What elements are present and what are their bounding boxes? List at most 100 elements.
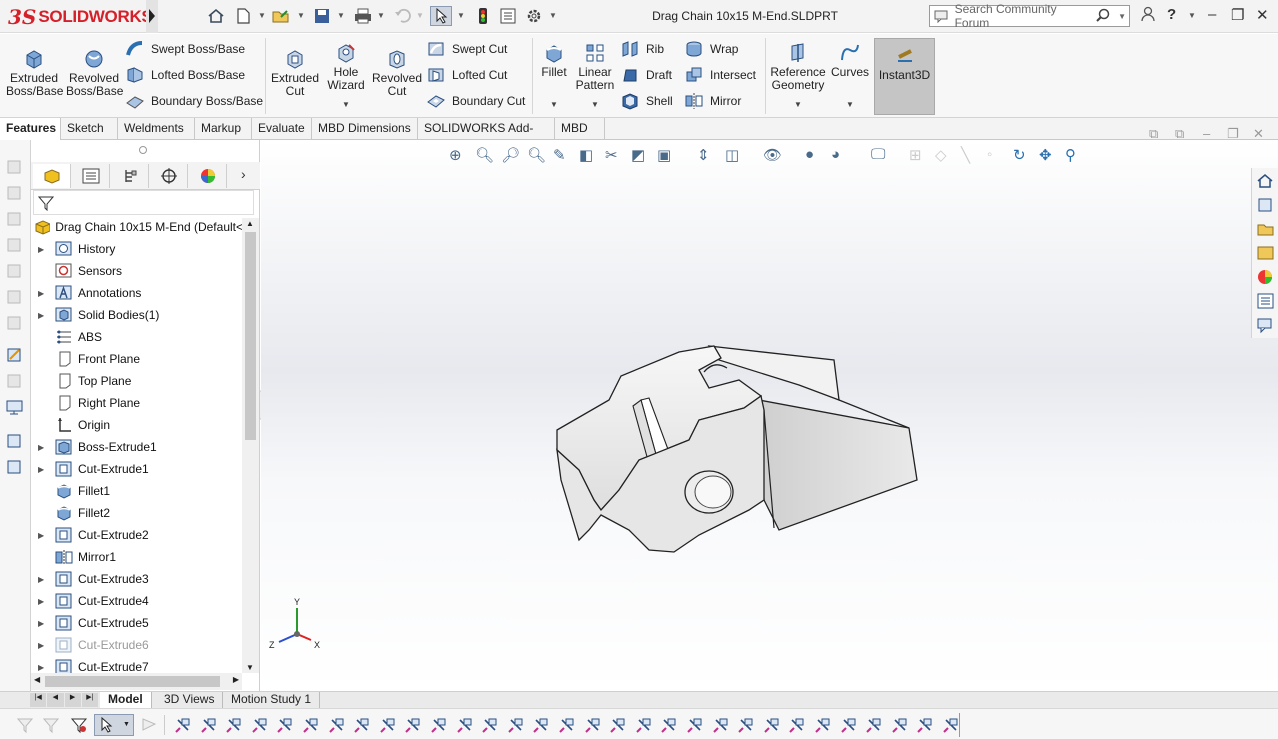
expand-arrow-icon[interactable]: ▶ — [38, 597, 50, 606]
tree-horizontal-scrollbar[interactable]: ◀ ▶ — [31, 673, 242, 690]
tab-dimxpert[interactable] — [150, 164, 188, 188]
print-icon[interactable] — [352, 6, 374, 26]
tab-motion-study[interactable]: Motion Study 1 — [223, 692, 321, 708]
tree-filter[interactable] — [33, 190, 254, 215]
tool-icon[interactable] — [5, 372, 25, 390]
instant3d-button[interactable]: Instant3D — [874, 38, 935, 115]
zoom-to-fit-icon[interactable]: ⊕ — [449, 146, 462, 164]
filter-cosmetic-thread-icon[interactable] — [609, 716, 627, 734]
wrap-button[interactable]: Wrap — [684, 38, 738, 60]
expand-arrow-icon[interactable]: ▶ — [38, 311, 50, 320]
filter-sketch-points-icon[interactable] — [379, 716, 397, 734]
tab-configuration-manager[interactable] — [111, 164, 149, 188]
prev-tab-icon[interactable]: ◀ — [47, 693, 64, 707]
filter-sheet-icon[interactable] — [942, 716, 960, 734]
panel-grip[interactable] — [139, 146, 147, 154]
filter-icon[interactable] — [140, 716, 158, 734]
filter-sketch-segments-icon[interactable] — [353, 716, 371, 734]
filter-vertices-icon[interactable] — [174, 716, 192, 734]
first-tab-icon[interactable]: |◀ — [30, 693, 47, 707]
scroll-down-icon[interactable]: ▼ — [246, 663, 254, 672]
expand-arrow-icon[interactable]: ▶ — [38, 641, 50, 650]
solidworks-logo[interactable]: 3S SOLIDWORKS — [8, 5, 153, 29]
filter-planes-icon[interactable] — [328, 716, 346, 734]
pan-icon[interactable]: ✥ — [1039, 146, 1052, 164]
tab-sketch[interactable]: Sketch — [61, 118, 118, 140]
restore-icon[interactable]: ❐ — [1231, 6, 1244, 24]
viewport-restore-icon[interactable]: ⧉ — [1149, 126, 1158, 142]
graphics-area[interactable]: ⊕ 🔍︎ 🔎︎ 🔍︎ ✎ ◧ ✂ ◩ ▣ ⇕ ◫ 👁︎ ● ◕ 🖵︎ ⊞ ◇ ╲… — [261, 126, 1278, 691]
filter-blocks-icon[interactable] — [635, 716, 653, 734]
filter-table-icon[interactable] — [788, 716, 806, 734]
fillet-button[interactable]: Fillet — [537, 42, 571, 79]
filter-icon[interactable] — [42, 716, 60, 734]
tree-item[interactable]: ▶ Cut-Extrude5 — [31, 612, 243, 634]
chevron-down-icon[interactable]: ▼ — [337, 11, 345, 20]
design-library-icon[interactable] — [1256, 196, 1275, 214]
tree-item[interactable]: ▶ Cut-Extrude3 — [31, 568, 243, 590]
tab-3d-views[interactable]: 3D Views — [156, 692, 224, 708]
last-tab-icon[interactable]: ▶| — [81, 693, 98, 707]
tree-item[interactable]: ▶ Cut-Extrude1 — [31, 458, 243, 480]
filter-geometric-tolerance-icon[interactable] — [481, 716, 499, 734]
tool-icon[interactable] — [5, 158, 25, 176]
tab-property-manager[interactable] — [72, 164, 110, 188]
tree-item[interactable]: ▶ Annotations — [31, 282, 243, 304]
filter-faces-icon[interactable] — [225, 716, 243, 734]
revolved-cut-button[interactable]: Revolved Cut — [372, 48, 422, 98]
expand-arrow-icon[interactable]: ▶ — [38, 289, 50, 298]
zoom-to-selection-icon[interactable]: 🔍︎ — [527, 146, 546, 164]
tree-item[interactable]: Fillet2 — [31, 502, 243, 524]
chevron-down-icon[interactable]: ▼ — [342, 100, 350, 109]
chevron-down-icon[interactable]: ▼ — [377, 11, 385, 20]
filter-datum-target-icon[interactable] — [584, 716, 602, 734]
shell-button[interactable]: Shell — [620, 90, 673, 112]
tool-icon[interactable] — [5, 314, 25, 332]
filter-revision-icon[interactable] — [916, 716, 934, 734]
reference-geometry-button[interactable]: Reference Geometry — [768, 42, 828, 92]
swept-cut-button[interactable]: Swept Cut — [426, 38, 507, 60]
viewport-minimize-icon[interactable]: – — [1203, 126, 1210, 141]
tree-item[interactable]: Front Plane — [31, 348, 243, 370]
tab-weldments[interactable]: Weldments — [118, 118, 195, 140]
intersect-button[interactable]: Intersect — [684, 64, 756, 86]
filter-annotation-icon[interactable] — [814, 716, 832, 734]
scene-icon[interactable]: ◕ — [831, 146, 840, 163]
expand-arrow-icon[interactable]: ▶ — [38, 443, 50, 452]
viewport-close-icon[interactable]: ✕ — [1253, 126, 1264, 142]
rib-button[interactable]: Rib — [620, 38, 664, 60]
tab-features[interactable]: Features — [0, 118, 61, 140]
tree-item[interactable]: ABS — [31, 326, 243, 348]
filter-surface-bodies-icon[interactable] — [251, 716, 269, 734]
home-icon[interactable] — [205, 6, 227, 26]
tool-icon[interactable] — [5, 210, 25, 228]
tool-icon[interactable] — [5, 262, 25, 280]
dynamic-annotation-icon[interactable]: ✂ — [605, 146, 618, 164]
filter-weld-symbol-icon[interactable] — [558, 716, 576, 734]
open-icon[interactable] — [270, 6, 292, 26]
tree-item[interactable]: ▶ Cut-Extrude4 — [31, 590, 243, 612]
search-community-forum[interactable]: Search Community Forum ▼ — [929, 2, 1130, 30]
expand-arrow-icon[interactable]: ▶ — [38, 245, 50, 254]
tab-model[interactable]: Model — [100, 692, 152, 708]
filter-icon[interactable] — [70, 716, 88, 734]
file-properties-icon[interactable] — [497, 6, 519, 26]
hole-wizard-button[interactable]: Hole Wizard — [322, 42, 370, 92]
view-orientation-icon[interactable]: ◩ — [631, 146, 645, 164]
section-view-icon[interactable]: ◧ — [579, 146, 593, 164]
tree-item[interactable]: Fillet1 — [31, 480, 243, 502]
new-document-icon[interactable] — [232, 6, 254, 26]
apply-scene-icon[interactable]: 👁︎ — [763, 146, 782, 164]
scroll-thumb[interactable] — [45, 676, 220, 687]
curves-button[interactable]: Curves — [830, 42, 870, 79]
chevron-down-icon[interactable]: ▼ — [297, 11, 305, 20]
edit-appearance-icon[interactable]: ◫ — [725, 146, 739, 164]
scroll-right-icon[interactable]: ▶ — [233, 675, 239, 684]
expand-arrow-icon[interactable]: ▶ — [38, 531, 50, 540]
hide-show-items-icon[interactable]: ⇕ — [697, 146, 710, 164]
filter-mid-points-icon[interactable] — [737, 716, 755, 734]
tab-solidworks-add-ins[interactable]: SOLIDWORKS Add-Ins — [418, 118, 555, 156]
minimize-icon[interactable]: – — [1208, 6, 1216, 23]
forum-icon[interactable] — [1256, 316, 1275, 334]
tab-mbd-dimensions[interactable]: MBD Dimensions — [312, 118, 418, 140]
